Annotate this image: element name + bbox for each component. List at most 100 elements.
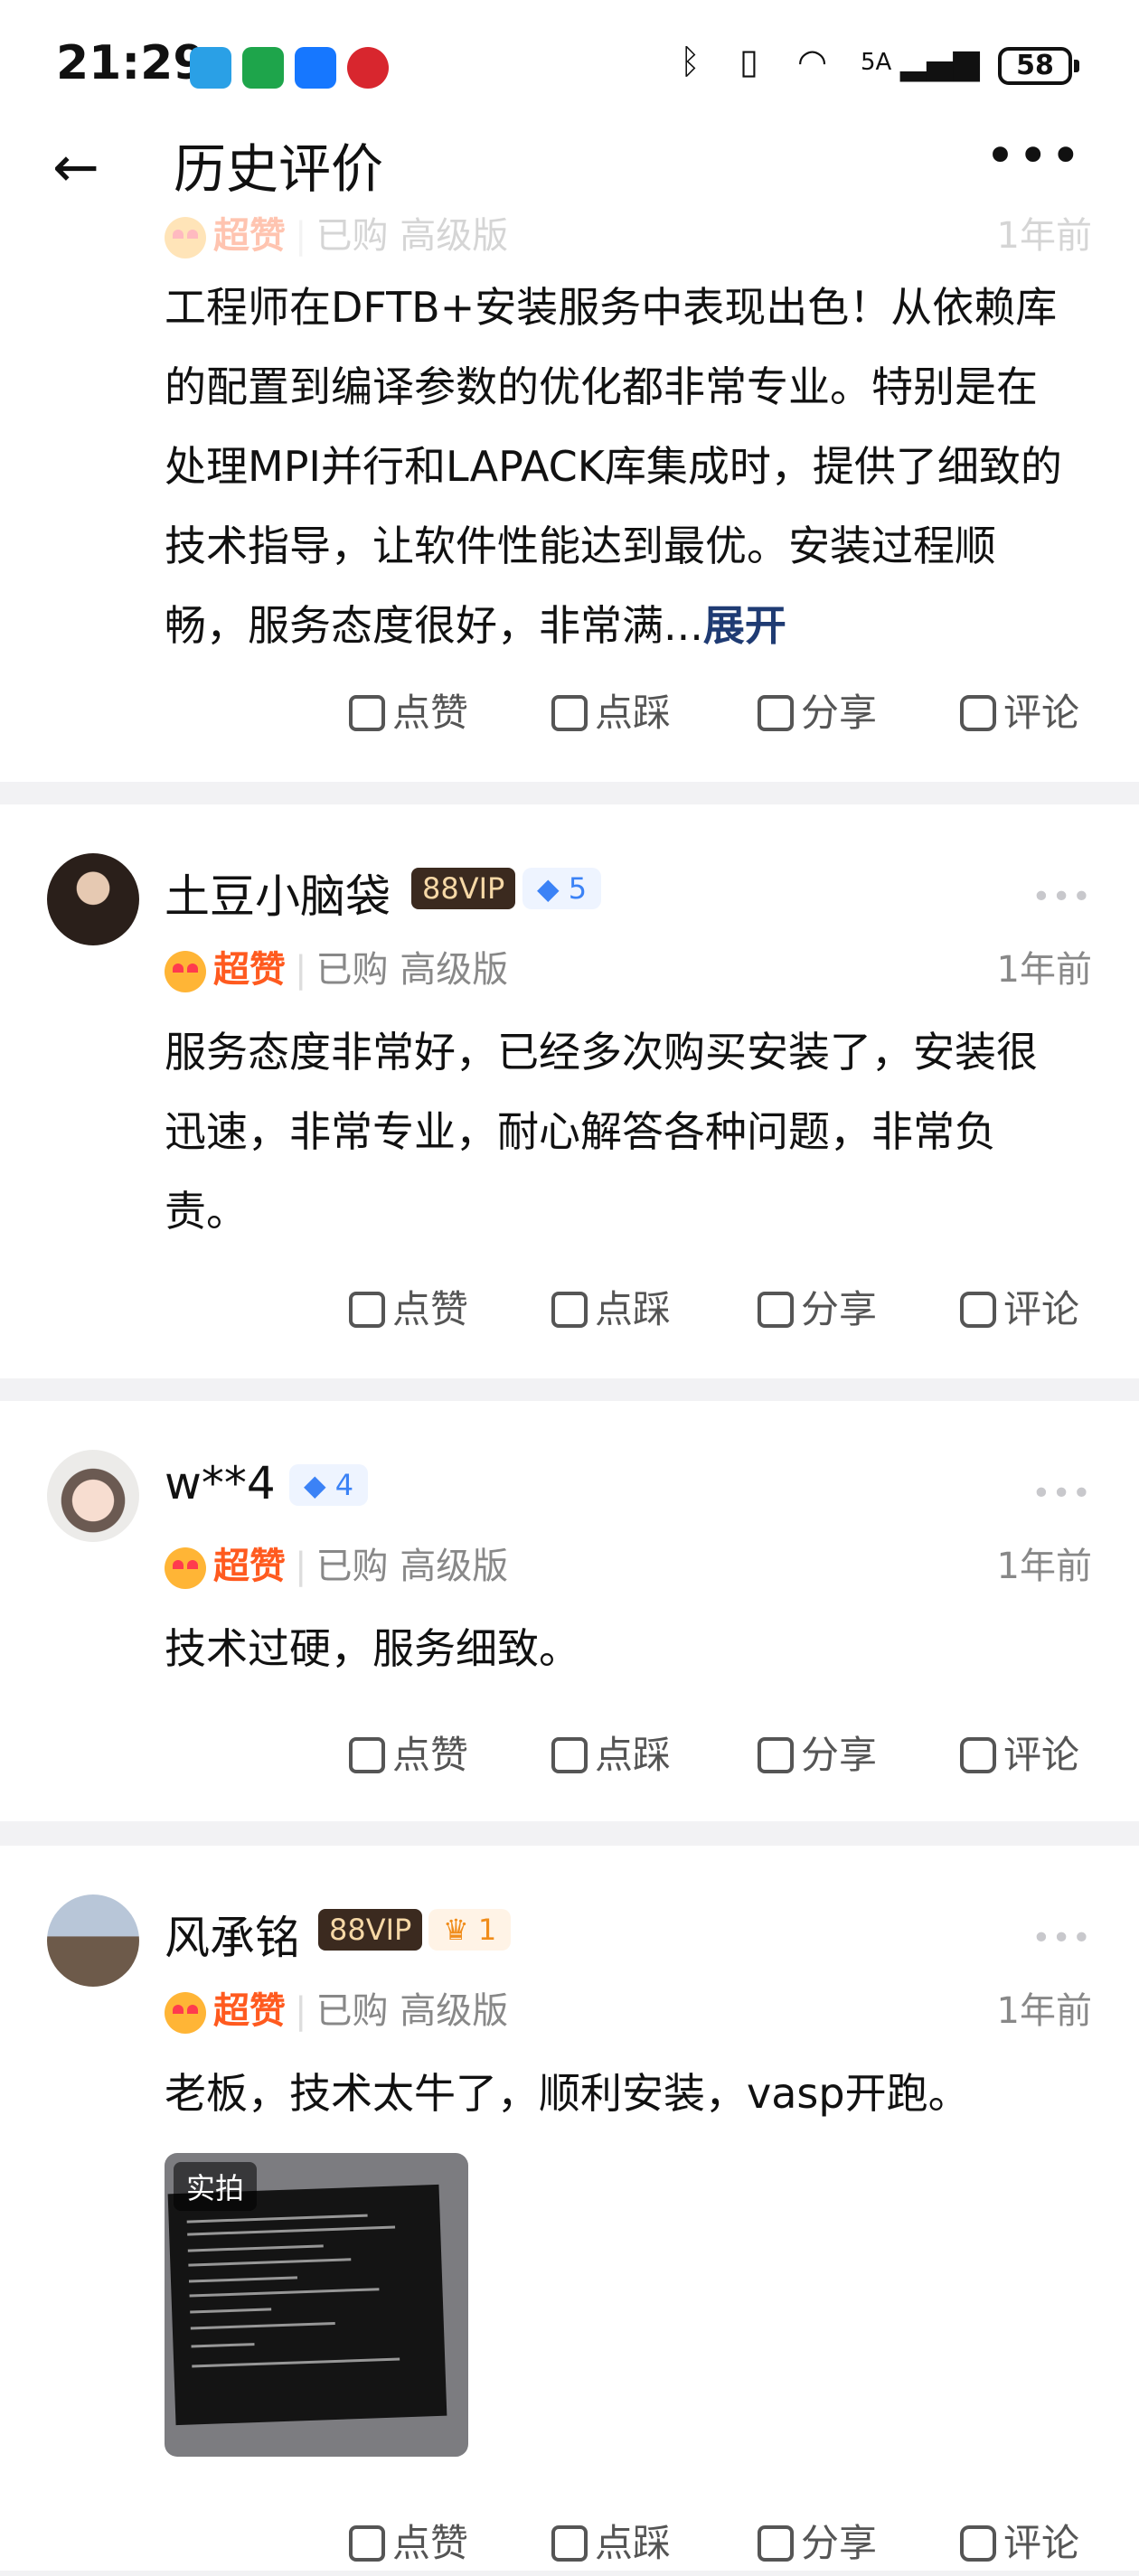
share-button[interactable]: 分享 [758, 1725, 877, 1780]
review-card: w**4 ◆ 4 ••• 超赞 | 已购 高级版 1年前 技术过硬，服务细致。 点赞… [0, 1401, 1139, 1821]
rating-label: 超赞 [213, 215, 286, 257]
review-time: 1年前 [996, 1546, 1092, 1587]
thumbs-down-icon [551, 1292, 588, 1328]
photo-tag: 实拍 [174, 2162, 258, 2211]
level-badge: ♛ 1 [428, 1909, 512, 1951]
alipay-app-icon [295, 47, 336, 89]
vip-badge: 88VIP [318, 1909, 423, 1951]
vip-badge: 88VIP [411, 868, 516, 909]
heart-eyes-emoji-icon [165, 1547, 206, 1589]
like-button[interactable]: 点赞 [349, 2513, 468, 2568]
user-name[interactable]: 土豆小脑袋 [165, 860, 391, 926]
bluetooth-icon: ᛒ [680, 42, 701, 81]
comment-icon [960, 1292, 996, 1328]
share-button[interactable]: 分享 [758, 682, 877, 738]
signal-5a-icon: 5A [861, 49, 892, 76]
diamond-icon: ◆ [537, 871, 569, 906]
diamond-icon: ◆ [304, 1468, 335, 1502]
review-time: 1年前 [996, 215, 1092, 257]
thumbs-down-icon [551, 2525, 588, 2562]
comment-button[interactable]: 评论 [960, 1725, 1079, 1780]
thumbs-up-icon [349, 1292, 385, 1328]
share-icon [758, 1737, 794, 1773]
more-options-icon[interactable]: ••• [1031, 1475, 1092, 1512]
share-button[interactable]: 分享 [758, 1279, 877, 1334]
comment-icon [960, 1737, 996, 1773]
purchase-info: 已购 高级版 [315, 1990, 509, 2032]
heart-eyes-emoji-icon [165, 1992, 206, 2034]
like-button[interactable]: 点赞 [349, 1279, 468, 1334]
rating-label: 超赞 [213, 1546, 286, 1587]
cmb-app-icon [347, 47, 389, 89]
thumbs-up-icon [349, 1737, 385, 1773]
thumbs-down-icon [551, 695, 588, 731]
thumbs-down-icon [551, 1737, 588, 1773]
review-card: 风承铭 88VIP ♛ 1 ••• 超赞 | 已购 高级版 1年前 老板，技术太牛了… [0, 1846, 1139, 2571]
status-time: 21:29 [56, 36, 206, 90]
heart-eyes-emoji-icon [165, 951, 206, 992]
dislike-button[interactable]: 点踩 [551, 2513, 671, 2568]
green-app-icon [242, 47, 284, 89]
level-badge: ◆ 4 [289, 1464, 369, 1506]
review-meta: 超赞 | 已购 高级版 [165, 1537, 508, 1589]
vibrate-icon: ▯ [739, 42, 758, 81]
share-icon [758, 1292, 794, 1328]
avatar[interactable] [47, 853, 139, 945]
terminal-screen-image [167, 2184, 447, 2426]
like-button[interactable]: 点赞 [349, 1725, 468, 1780]
heart-eyes-emoji-icon [165, 217, 206, 259]
rating-label: 超赞 [213, 949, 286, 991]
more-options-icon[interactable]: ••• [1031, 1920, 1092, 1957]
review-meta: 超赞 | 已购 高级版 [165, 1981, 508, 2034]
review-card: 超赞 | 已购 高级版 1年前 工程师在DFTB+安装服务中表现出色！从依赖库的配置… [0, 215, 1139, 782]
review-actions: 点赞 点踩 分享 评论 [0, 682, 1139, 746]
crown-icon: ♛ [443, 1913, 478, 1947]
comment-button[interactable]: 评论 [960, 2513, 1079, 2568]
review-text: 老板，技术太牛了，顺利安装，vasp开跑。 [165, 2069, 970, 2118]
like-button[interactable]: 点赞 [349, 682, 468, 738]
signal-bars-icon: ▂▄▆ [900, 42, 980, 81]
review-meta: 超赞 | 已购 高级版 [165, 206, 508, 259]
arrow-left-icon[interactable]: ← [52, 134, 99, 200]
review-time: 1年前 [996, 1990, 1092, 2032]
expand-link[interactable]: 展开 [703, 601, 786, 650]
rating-label: 超赞 [213, 1990, 286, 2032]
review-actions: 点赞 点踩 分享 评论 [0, 1279, 1139, 1342]
dislike-button[interactable]: 点踩 [551, 1725, 671, 1780]
more-icon[interactable]: ••• [984, 125, 1083, 186]
level-badge: ◆ 5 [522, 868, 602, 909]
comment-icon [960, 2525, 996, 2562]
dislike-button[interactable]: 点踩 [551, 682, 671, 738]
purchase-info: 已购 高级版 [315, 949, 509, 991]
review-card: 土豆小脑袋 88VIP ◆ 5 ••• 超赞 | 已购 高级版 1年前 服务态度非常… [0, 804, 1139, 1378]
page-header: ← 历史评价 ••• [0, 108, 1139, 217]
review-photo[interactable]: 实拍 [165, 2153, 468, 2457]
review-time: 1年前 [996, 949, 1092, 991]
purchase-info: 已购 高级版 [315, 1546, 509, 1587]
avatar[interactable] [47, 1894, 139, 1987]
page-title: 历史评价 [174, 138, 384, 200]
user-name[interactable]: 风承铭 [165, 1902, 300, 1967]
comment-button[interactable]: 评论 [960, 1279, 1079, 1334]
avatar[interactable] [47, 1450, 139, 1542]
review-meta: 超赞 | 已购 高级版 [165, 940, 508, 992]
review-text: 服务态度非常好，已经多次购买安装了，安装很迅速，非常专业，耐心解答各种问题，非常… [165, 1028, 1038, 1236]
user-name[interactable]: w**4 [165, 1457, 276, 1509]
comment-icon [960, 695, 996, 731]
battery-indicator: 58 [998, 47, 1079, 85]
review-actions: 点赞 点踩 分享 评论 [0, 2513, 1139, 2576]
review-text: 技术过硬，服务细致。 [165, 1624, 580, 1673]
dislike-button[interactable]: 点踩 [551, 1279, 671, 1334]
purchase-info: 已购 高级版 [315, 215, 509, 257]
review-actions: 点赞 点踩 分享 评论 [0, 1725, 1139, 1788]
review-text: 工程师在DFTB+安装服务中表现出色！从依赖库的配置到编译参数的优化都非常专业。… [165, 283, 1062, 650]
more-options-icon[interactable]: ••• [1031, 879, 1092, 916]
comment-button[interactable]: 评论 [960, 682, 1079, 738]
share-icon [758, 695, 794, 731]
wifi-icon: ◠ [797, 42, 828, 81]
tplink-app-icon [190, 47, 231, 89]
share-icon [758, 2525, 794, 2562]
share-button[interactable]: 分享 [758, 2513, 877, 2568]
thumbs-up-icon [349, 2525, 385, 2562]
thumbs-up-icon [349, 695, 385, 731]
